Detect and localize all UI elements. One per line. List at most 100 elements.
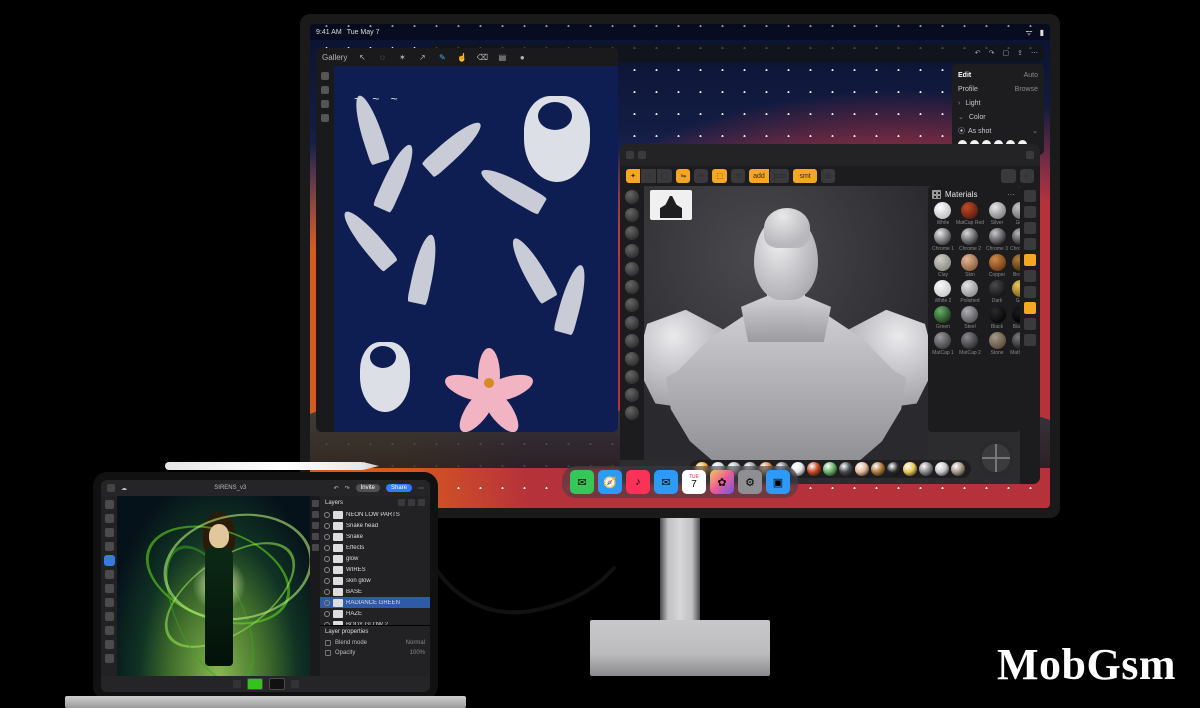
type-tool-icon[interactable] xyxy=(105,626,114,635)
dock-photos-icon[interactable]: ✿ xyxy=(710,470,734,494)
checkbox[interactable] xyxy=(325,650,331,656)
visibility-icon[interactable] xyxy=(324,589,330,595)
layer-row[interactable]: Effects xyxy=(320,542,430,553)
layers-tool-icon[interactable]: ▤ xyxy=(497,52,507,62)
brush-preset[interactable] xyxy=(625,334,639,348)
property-row[interactable]: Blend modeNormal xyxy=(325,638,425,648)
wb-dropdown-icon[interactable]: ⌄ xyxy=(1032,127,1038,135)
brush-preset[interactable] xyxy=(625,370,639,384)
navigation-compass[interactable] xyxy=(978,440,1014,476)
dock-calendar-icon[interactable]: TUE 7 xyxy=(682,470,706,494)
rail-button[interactable] xyxy=(1024,318,1036,330)
slider-handle[interactable] xyxy=(321,86,329,94)
color-section[interactable]: Color xyxy=(958,113,986,121)
visibility-icon[interactable] xyxy=(324,567,330,573)
photoshop-canvas[interactable] xyxy=(117,496,320,676)
layer-row[interactable]: skin glow xyxy=(320,575,430,586)
brush-preset[interactable] xyxy=(625,316,639,330)
panel-icon[interactable] xyxy=(312,522,319,529)
layer-row[interactable]: BASE xyxy=(320,586,430,597)
tool-button[interactable]: ✂ xyxy=(694,169,708,183)
slider-handle[interactable] xyxy=(321,114,329,122)
brush-preset[interactable] xyxy=(625,280,639,294)
material-swatch[interactable]: MatCap 2 xyxy=(956,332,984,356)
procreate-canvas[interactable]: ~ ~ ~ xyxy=(334,66,618,432)
background-color[interactable] xyxy=(269,678,285,690)
brush-ball[interactable] xyxy=(919,462,933,476)
material-swatch[interactable]: Green xyxy=(932,306,954,330)
light-section[interactable]: Light xyxy=(958,100,981,107)
adjust-tool-icon[interactable]: ✶ xyxy=(397,52,407,62)
material-swatch[interactable]: Steel xyxy=(956,306,984,330)
tool-button[interactable]: ⬚ xyxy=(1001,169,1016,183)
window-control[interactable] xyxy=(638,151,646,159)
crop-tool-icon[interactable] xyxy=(105,612,114,621)
swatch-button[interactable] xyxy=(291,680,299,688)
brush-ball[interactable] xyxy=(935,462,949,476)
brush-ball[interactable] xyxy=(951,462,965,476)
visibility-icon[interactable] xyxy=(324,534,330,540)
material-swatch[interactable]: Silver xyxy=(986,202,1008,226)
lasso-tool-icon[interactable] xyxy=(105,528,114,537)
redo-icon[interactable]: ↷ xyxy=(989,49,995,57)
rail-button[interactable] xyxy=(1024,254,1036,266)
fill-tool-icon[interactable] xyxy=(105,584,114,593)
dock-mail-icon[interactable]: ✉ xyxy=(654,470,678,494)
sculpt-viewport[interactable] xyxy=(644,186,928,460)
material-swatch[interactable]: MatCap Red xyxy=(956,202,984,226)
dock-settings-icon[interactable]: ⚙ xyxy=(738,470,762,494)
visibility-icon[interactable] xyxy=(324,512,330,518)
brush-preset[interactable] xyxy=(625,226,639,240)
rail-button[interactable] xyxy=(1024,238,1036,250)
brush-preset[interactable] xyxy=(625,262,639,276)
brush-preset[interactable] xyxy=(625,298,639,312)
reference-thumbnail[interactable] xyxy=(650,190,692,220)
eraser-tool-icon[interactable]: ⌫ xyxy=(477,52,487,62)
tool-seg-2[interactable]: ▭ xyxy=(641,169,656,183)
panel-icon[interactable] xyxy=(312,511,319,518)
rail-button[interactable] xyxy=(1024,222,1036,234)
gallery-button[interactable]: Gallery xyxy=(322,53,347,62)
panel-icon[interactable] xyxy=(312,544,319,551)
more-icon[interactable]: ⋯ xyxy=(1031,49,1038,57)
material-swatch[interactable]: White 2 xyxy=(932,280,954,304)
layer-row[interactable]: HAZE xyxy=(320,608,430,619)
rail-button[interactable] xyxy=(1024,190,1036,202)
layer-row[interactable]: WIRES xyxy=(320,564,430,575)
chip-add[interactable]: add xyxy=(749,169,769,183)
dock-safari-icon[interactable]: 🧭 xyxy=(598,470,622,494)
brush-ball[interactable] xyxy=(871,462,885,476)
visibility-icon[interactable] xyxy=(324,545,330,551)
grid-icon[interactable] xyxy=(932,190,941,199)
rail-button[interactable] xyxy=(1024,334,1036,346)
layer-row[interactable]: Snake head xyxy=(320,520,430,531)
layer-row[interactable]: Snake xyxy=(320,531,430,542)
brush-preset[interactable] xyxy=(625,388,639,402)
layer-row[interactable]: RADIANCE GREEN xyxy=(320,597,430,608)
visibility-icon[interactable] xyxy=(324,556,330,562)
home-icon[interactable] xyxy=(107,484,115,492)
add-layer-icon[interactable] xyxy=(398,499,405,506)
swatch-button[interactable] xyxy=(233,680,241,688)
material-swatch[interactable]: Skin xyxy=(956,254,984,278)
tool-button[interactable]: ⬚ xyxy=(712,169,727,183)
checkbox[interactable] xyxy=(325,640,331,646)
property-row[interactable]: Opacity100% xyxy=(325,648,425,658)
slider-handle[interactable] xyxy=(321,72,329,80)
foreground-color[interactable] xyxy=(247,678,263,690)
material-swatch[interactable]: Black xyxy=(986,306,1008,330)
select-tool-icon[interactable]: ◌ xyxy=(377,52,387,62)
brush-ball[interactable] xyxy=(855,462,869,476)
clone-tool-icon[interactable] xyxy=(105,598,114,607)
slider-handle[interactable] xyxy=(321,100,329,108)
transform-tool-icon[interactable]: ↗ xyxy=(417,52,427,62)
symmetry-button[interactable]: ⇋ xyxy=(676,169,690,183)
window-control[interactable] xyxy=(1026,151,1034,159)
gesture-tool-icon[interactable]: ↖ xyxy=(357,52,367,62)
brush-ball[interactable] xyxy=(807,462,821,476)
window-control[interactable] xyxy=(626,151,634,159)
more-icon[interactable]: ⋯ xyxy=(1007,190,1016,199)
material-swatch[interactable]: Chrome 2 xyxy=(956,228,984,252)
brush-preset[interactable] xyxy=(625,352,639,366)
eyedrop-tool-icon[interactable] xyxy=(105,654,114,663)
